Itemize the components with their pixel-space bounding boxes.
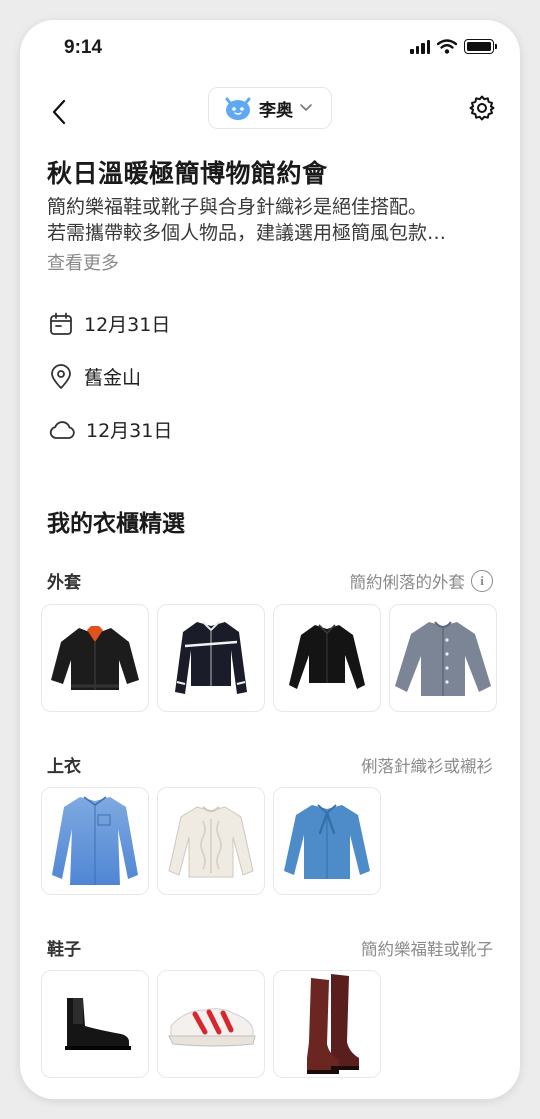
cardigan-image: [395, 621, 491, 696]
wardrobe-section-title: 我的衣櫃精選: [47, 511, 185, 537]
gray-cardigan-card[interactable]: [389, 604, 497, 712]
cable-knit-sweater-image: [168, 806, 254, 878]
chevron-down-icon: [300, 104, 312, 111]
user-name: 李奥: [259, 100, 293, 121]
status-bar: 9:14: [20, 20, 520, 76]
date-row: 12月31日: [48, 310, 170, 337]
wifi-icon: [437, 39, 457, 54]
settings-button[interactable]: [468, 94, 496, 122]
outing-description: 簡約樂福鞋或靴子與合身針織衫是絕佳搭配。 若需攜帶較多個人物品，建議選用極簡風包…: [47, 194, 497, 246]
info-icon[interactable]: i: [471, 569, 493, 592]
gear-icon: [469, 95, 495, 121]
back-button[interactable]: [44, 92, 74, 132]
category-header-tops: 上衣 俐落針織衫或襯衫: [47, 752, 493, 778]
date-text: 12月31日: [84, 314, 171, 336]
black-bomber-jacket-card[interactable]: [41, 604, 149, 712]
running-sneakers-image: [168, 1008, 256, 1047]
category-hint-text: 簡約俐落的外套: [349, 572, 466, 592]
cream-cable-knit-sweater-card[interactable]: [157, 787, 265, 895]
category-name: 上衣: [47, 757, 81, 777]
location-pin-icon: [51, 363, 71, 389]
description-line: 簡約樂福鞋或靴子與合身針織衫是絕佳搭配。: [47, 196, 428, 218]
blue-tie-neck-blouse-card[interactable]: [273, 787, 381, 895]
track-jacket-image: [175, 621, 247, 694]
item-row-shoes: [41, 970, 381, 1078]
category-hint: 俐落針織衫或襯衫: [361, 753, 493, 777]
knee-high-boots-image: [307, 974, 359, 1074]
cropped-jacket-image: [289, 624, 365, 689]
user-switcher[interactable]: 李奥: [208, 87, 332, 129]
black-chelsea-boots-card[interactable]: [41, 970, 149, 1078]
category-header-outerwear: 外套 簡約俐落的外套 i: [47, 568, 493, 593]
category-name: 外套: [47, 573, 81, 593]
cloud-icon: [49, 420, 75, 439]
chelsea-boots-image: [65, 998, 131, 1050]
status-icons: [410, 39, 497, 54]
outing-title: 秋日溫暖極簡博物館約會: [47, 159, 328, 188]
brown-knee-high-boots-card[interactable]: [273, 970, 381, 1078]
blue-oversized-shirt-card[interactable]: [41, 787, 149, 895]
item-row-tops: [41, 787, 381, 895]
category-hint-text: 簡約樂福鞋或靴子: [361, 939, 493, 959]
battery-level: [466, 41, 492, 52]
item-row-outerwear: [41, 604, 497, 712]
weather-row: 12月31日: [48, 416, 172, 443]
category-hint: 簡約俐落的外套 i: [349, 569, 493, 593]
cellular-signal-icon: [410, 39, 430, 54]
oversized-shirt-image: [52, 796, 138, 885]
category-hint-text: 俐落針織衫或襯衫: [361, 756, 493, 776]
avatar-icon: [225, 97, 251, 120]
tie-neck-blouse-image: [284, 804, 370, 879]
status-time: 9:14: [64, 37, 103, 58]
chevron-left-icon: [52, 99, 66, 125]
black-track-jacket-card[interactable]: [157, 604, 265, 712]
location-text: 舊金山: [84, 367, 142, 389]
description-line: 若需攜帶較多個人物品，建議選用極簡風包款…: [47, 222, 447, 244]
location-row: 舊金山: [48, 363, 141, 390]
bomber-jacket-image: [51, 626, 139, 690]
red-white-running-sneakers-card[interactable]: [157, 970, 265, 1078]
phone-screen: 9:14 李奥 秋日溫暖極簡博物館約會 簡約樂福鞋或靴子與合身針織衫是絕佳搭配。…: [20, 20, 520, 1099]
calendar-icon: [50, 312, 72, 335]
black-cropped-jacket-card[interactable]: [273, 604, 381, 712]
category-hint: 簡約樂福鞋或靴子: [361, 936, 493, 960]
battery-icon: [464, 39, 497, 54]
weather-text: 12月31日: [86, 420, 173, 442]
see-more-link[interactable]: 查看更多: [47, 249, 119, 275]
category-name: 鞋子: [47, 940, 81, 960]
category-header-shoes: 鞋子 簡約樂福鞋或靴子: [47, 935, 493, 961]
